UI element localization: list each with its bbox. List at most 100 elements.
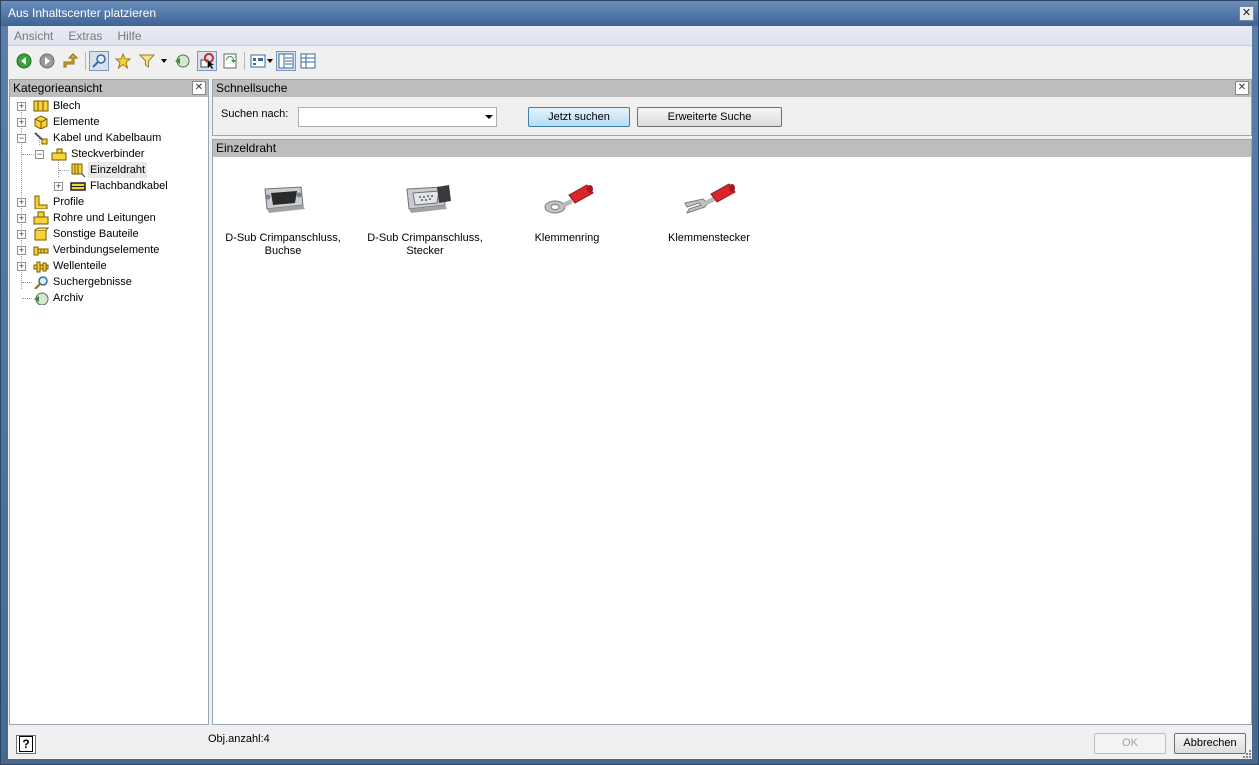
tree-item-verbindungselemente[interactable]: + Verbindungselemente <box>10 242 208 258</box>
filter-icon[interactable] <box>137 51 157 71</box>
expand-icon[interactable]: + <box>17 230 26 239</box>
tree-item-archiv[interactable]: Archiv <box>10 290 208 306</box>
close-panel-icon[interactable]: ✕ <box>1235 81 1249 95</box>
tree-item-einzeldraht[interactable]: Einzeldraht <box>10 162 208 178</box>
tree-label: Einzeldraht <box>88 162 148 178</box>
tree-label: Suchergebnisse <box>53 276 132 288</box>
expand-icon[interactable]: + <box>54 182 63 191</box>
item-label: D-Sub Crimpanschluss, Stecker <box>367 232 483 257</box>
tree-item-steckverbinder[interactable]: − Steckverbinder <box>10 146 208 162</box>
ribbon-cable-icon <box>70 182 86 191</box>
quick-search-header: Schnellsuche ✕ <box>213 80 1251 97</box>
menu-ansicht[interactable]: Ansicht <box>8 26 59 46</box>
expand-icon[interactable]: + <box>17 246 26 255</box>
expand-icon[interactable]: + <box>17 262 26 271</box>
tree-item-kabel[interactable]: − Kabel und Kabelbaum <box>10 130 208 146</box>
advanced-search-button[interactable]: Erweiterte Suche <box>637 107 782 127</box>
up-icon[interactable] <box>60 51 80 71</box>
collapse-icon[interactable]: − <box>35 150 44 159</box>
object-count: Obj.anzahl:4 <box>208 733 270 745</box>
shaft-icon <box>33 261 49 273</box>
archive-icon[interactable] <box>172 51 192 71</box>
item-klemmenstecker[interactable]: Klemmenstecker <box>639 181 779 245</box>
forward-icon[interactable] <box>37 51 57 71</box>
content-header: Einzeldraht <box>213 140 1251 157</box>
place-icon[interactable] <box>197 51 217 71</box>
search-combobox[interactable] <box>298 107 497 127</box>
item-klemmenring[interactable]: Klemmenring <box>497 181 637 245</box>
item-dsub-buchse[interactable]: D-Sub Crimpanschluss, Buchse <box>213 181 353 258</box>
item-label: Klemmenring <box>534 232 600 244</box>
tree-label: Flachbandkabel <box>90 180 168 192</box>
pipe-icon <box>33 211 49 225</box>
tree-label: Rohre und Leitungen <box>53 212 156 224</box>
tree-item-sonstige[interactable]: + Sonstige Bauteile <box>10 226 208 242</box>
content-title: Einzeldraht <box>216 141 277 155</box>
tree-label: Kabel und Kabelbaum <box>53 132 162 144</box>
view-options-icon[interactable] <box>248 51 268 71</box>
collapse-icon[interactable]: − <box>17 134 26 143</box>
close-panel-icon[interactable]: ✕ <box>192 81 206 95</box>
tree-label: Archiv <box>53 292 84 304</box>
tree-item-suchergebnisse[interactable]: Suchergebnisse <box>10 274 208 290</box>
misc-part-icon <box>34 227 49 241</box>
cable-icon <box>34 132 48 145</box>
expand-icon[interactable]: + <box>17 198 26 207</box>
cube-icon <box>34 115 48 129</box>
quick-search-panel: Schnellsuche ✕ Suchen nach: Jetzt suchen… <box>212 79 1252 136</box>
tree-item-flachbandkabel[interactable]: + Flachbandkabel <box>10 178 208 194</box>
search-label: Suchen nach: <box>221 108 289 120</box>
category-panel-header: Kategorieansicht ✕ <box>10 80 208 97</box>
window-title: Aus Inhaltscenter platzieren <box>8 6 157 20</box>
menu-bar: Ansicht Extras Hilfe <box>8 26 1252 46</box>
fork-terminal-icon <box>684 183 736 214</box>
content-panel: Einzeldraht D-Sub Crimpanschluss, Buchse <box>212 139 1252 725</box>
expand-icon[interactable]: + <box>17 102 26 111</box>
tree-item-elemente[interactable]: + Elemente <box>10 114 208 130</box>
status-bar: ? Obj.anzahl:4 OK Abbrechen <box>8 725 1252 759</box>
search-now-button[interactable]: Jetzt suchen <box>528 107 630 127</box>
tree-item-rohre[interactable]: + Rohre und Leitungen <box>10 210 208 226</box>
connector-icon <box>51 148 67 161</box>
tree-label: Verbindungselemente <box>53 244 160 256</box>
tree-label: Blech <box>53 100 81 112</box>
item-label: D-Sub Crimpanschluss, Buchse <box>225 232 341 257</box>
menu-hilfe[interactable]: Hilfe <box>112 26 148 46</box>
chevron-down-icon[interactable] <box>485 115 493 119</box>
category-panel-title: Kategorieansicht <box>13 81 103 95</box>
help-button[interactable]: ? <box>16 735 36 754</box>
expand-icon[interactable]: + <box>17 214 26 223</box>
tree-item-wellenteile[interactable]: + Wellenteile <box>10 258 208 274</box>
single-wire-icon <box>71 163 86 177</box>
tree-label: Steckverbinder <box>71 148 145 160</box>
back-icon[interactable] <box>14 51 34 71</box>
menu-extras[interactable]: Extras <box>62 26 108 46</box>
tree-label: Profile <box>53 196 85 208</box>
ring-terminal-icon <box>544 184 594 214</box>
tree-item-profile[interactable]: + Profile <box>10 194 208 210</box>
title-bar: Aus Inhaltscenter platzieren ✕ <box>1 1 1258 26</box>
resize-grip-icon[interactable] <box>1242 749 1252 759</box>
refresh-icon[interactable] <box>220 51 240 71</box>
category-panel: Kategorieansicht ✕ + Blech + Elemente − … <box>9 79 209 725</box>
tree-item-blech[interactable]: + Blech <box>10 98 208 114</box>
dsub-socket-icon <box>264 186 305 213</box>
toolbar <box>8 48 1252 76</box>
profile-icon <box>34 195 48 209</box>
archive-icon <box>34 292 49 305</box>
item-dsub-stecker[interactable]: D-Sub Crimpanschluss, Stecker <box>355 181 495 258</box>
tree-view-icon[interactable] <box>276 51 296 71</box>
favorites-icon[interactable] <box>113 51 133 71</box>
category-tree: + Blech + Elemente − Kabel und Kabelbaum… <box>10 97 208 306</box>
tree-label: Wellenteile <box>53 260 107 272</box>
search-results-icon <box>34 276 48 289</box>
ok-button[interactable]: OK <box>1094 733 1166 754</box>
search-view-icon[interactable] <box>89 51 109 71</box>
expand-icon[interactable]: + <box>17 118 26 127</box>
close-icon[interactable]: ✕ <box>1239 6 1254 21</box>
table-view-icon[interactable] <box>298 51 318 71</box>
help-icon: ? <box>19 736 33 752</box>
tree-label: Elemente <box>53 116 100 128</box>
quick-search-title: Schnellsuche <box>216 81 288 95</box>
cancel-button[interactable]: Abbrechen <box>1174 733 1246 754</box>
